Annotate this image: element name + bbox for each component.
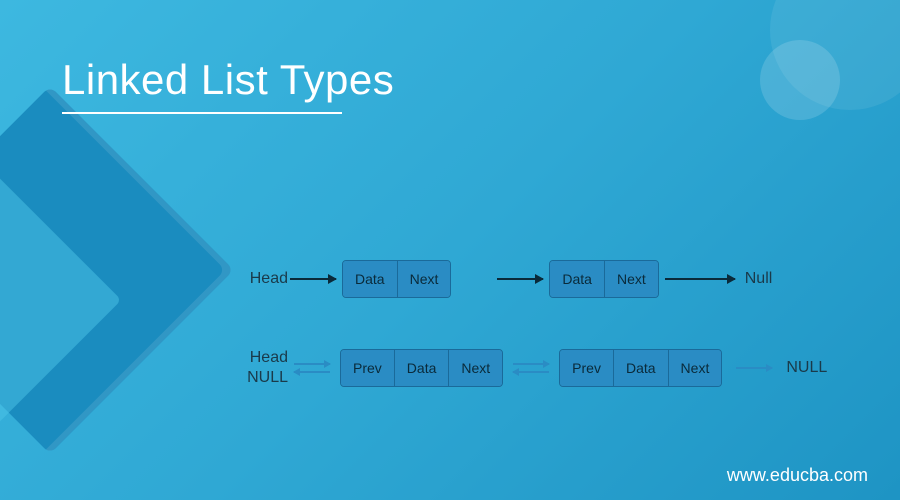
node-cell-next: Next (605, 261, 658, 297)
doubly-head-label: Head (240, 348, 288, 368)
node-cell-next: Next (669, 350, 722, 386)
singly-head-label: Head (240, 270, 288, 288)
double-arrow-icon (513, 363, 549, 373)
doubly-node: Prev Data Next (559, 349, 722, 387)
doubly-linked-list-row: Head NULL Prev Data Next Prev Data Next … (240, 348, 860, 388)
node-cell-data: Data (614, 350, 669, 386)
footer-url: www.educba.com (727, 465, 868, 486)
arrow-right-icon (290, 278, 336, 280)
bg-circle-small (760, 40, 840, 120)
node-cell-prev: Prev (560, 350, 614, 386)
node-cell-data: Data (395, 350, 450, 386)
singly-node: Data Next (549, 260, 658, 298)
singly-linked-list-row: Head Data Next Data Next Null (240, 260, 860, 298)
doubly-null-left-label: NULL (240, 368, 288, 388)
node-cell-next: Next (449, 350, 502, 386)
page-title: Linked List Types (62, 56, 394, 104)
singly-node: Data Next (342, 260, 451, 298)
diagram-container: Head Data Next Data Next Null Head NULL … (240, 260, 860, 438)
doubly-node: Prev Data Next (340, 349, 503, 387)
node-cell-next: Next (398, 261, 451, 297)
double-arrow-icon (294, 363, 330, 373)
doubly-null-right-label: NULL (786, 359, 827, 377)
title-underline (62, 112, 342, 114)
arrow-right-icon (736, 367, 772, 369)
arrow-right-icon (497, 278, 543, 280)
node-cell-prev: Prev (341, 350, 395, 386)
arrow-right-icon (665, 278, 735, 280)
node-cell-data: Data (550, 261, 605, 297)
node-cell-data: Data (343, 261, 398, 297)
singly-null-label: Null (745, 270, 773, 288)
